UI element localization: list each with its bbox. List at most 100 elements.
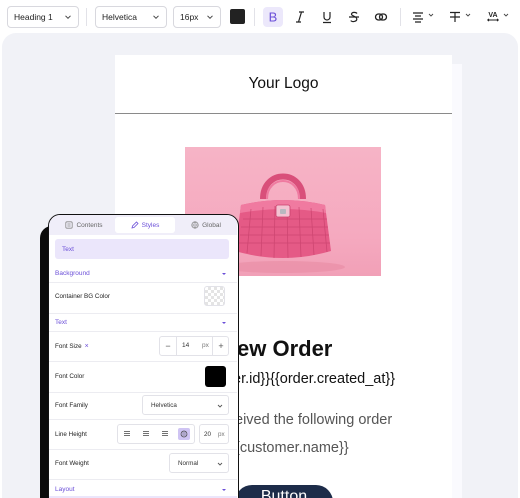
tab-contents-label: Contents: [76, 221, 103, 229]
font-size-select[interactable]: 16px: [173, 6, 221, 28]
font-size-stepper[interactable]: − 14 px +: [159, 336, 229, 356]
increment-button[interactable]: +: [212, 337, 229, 355]
align-center-button[interactable]: [140, 428, 152, 440]
font-family-dropdown[interactable]: Helvetica: [142, 395, 229, 415]
font-weight-label: Font Weight: [55, 460, 89, 467]
font-size-unit: px: [202, 342, 209, 349]
align-left-icon: [124, 431, 130, 436]
collapse-arrow-icon[interactable]: [222, 273, 226, 275]
order-ids-text[interactable]: er.id}}{{order.created_at}}: [233, 371, 395, 387]
text-section-header[interactable]: Text: [55, 319, 67, 326]
line-height-label: Line Height: [55, 431, 87, 438]
tab-contents[interactable]: Contents: [55, 217, 113, 233]
styles-icon: [131, 221, 139, 229]
tab-global[interactable]: Global: [177, 217, 235, 233]
font-size-value: 16px: [180, 12, 199, 22]
email-editor: Heading 1 Helvetica 16px B VA Your Logo …: [0, 0, 520, 498]
align-button[interactable]: [408, 7, 428, 27]
section-divider: [49, 479, 237, 480]
layout-section-header[interactable]: Layout: [55, 486, 75, 493]
italic-button[interactable]: [290, 7, 310, 27]
font-weight-value: Normal: [178, 459, 199, 467]
block-type-select[interactable]: Heading 1: [7, 6, 79, 28]
style-settings-panel: Contents Styles Global Text Background C…: [48, 214, 239, 498]
tab-styles[interactable]: Styles: [115, 217, 175, 233]
decrement-button[interactable]: −: [160, 337, 177, 355]
container-bg-label: Container BG Color: [55, 293, 110, 300]
tab-styles-label: Styles: [141, 221, 160, 229]
font-family-value: Helvetica: [102, 12, 137, 22]
line-height-input[interactable]: 20 px: [199, 424, 229, 444]
section-divider: [49, 282, 237, 283]
font-color-picker[interactable]: [205, 366, 226, 387]
chevron-down-icon: [65, 15, 71, 20]
align-center-icon: [413, 12, 423, 23]
toolbar-divider: [86, 8, 87, 26]
email-cta-button[interactable]: Button: [235, 485, 333, 498]
toolbar-divider: [400, 8, 401, 26]
toolbar-divider: [254, 8, 255, 26]
section-divider: [49, 361, 237, 362]
text-align-group: [117, 424, 195, 444]
received-text[interactable]: eived the following order: [235, 412, 392, 428]
text-style-icon: [450, 11, 460, 22]
customer-text[interactable]: {customer.name}}: [235, 440, 349, 456]
collapse-arrow-icon[interactable]: [222, 322, 226, 324]
letter-spacing-icon: VA: [487, 12, 499, 22]
align-right-button[interactable]: [159, 428, 171, 440]
panel-tabs: Contents Styles Global: [49, 215, 237, 235]
strikethrough-button[interactable]: [344, 7, 364, 27]
letter-spacing-button[interactable]: VA: [483, 7, 503, 27]
strikethrough-icon: [349, 11, 359, 23]
line-height-value[interactable]: 20: [204, 431, 211, 438]
font-family-dropdown-value: Helvetica: [151, 401, 177, 409]
justify-icon: [180, 430, 188, 438]
bold-button[interactable]: B: [263, 7, 283, 27]
svg-text:VA: VA: [488, 12, 497, 19]
selected-element-label[interactable]: Text: [55, 239, 229, 259]
underline-icon: [323, 12, 331, 24]
font-weight-dropdown[interactable]: Normal: [169, 453, 229, 473]
font-family-select[interactable]: Helvetica: [95, 6, 167, 28]
font-size-value[interactable]: 14: [182, 342, 189, 349]
font-size-label: Font Size ×: [55, 343, 89, 350]
section-divider: [49, 313, 237, 314]
align-justify-button[interactable]: [178, 428, 190, 440]
section-divider: [49, 392, 237, 393]
chevron-down-icon: [217, 462, 223, 466]
align-right-icon: [162, 431, 168, 436]
chevron-down-icon: [153, 15, 159, 20]
global-icon: [191, 221, 199, 229]
block-type-value: Heading 1: [14, 12, 53, 22]
chevron-down-icon[interactable]: [428, 12, 434, 18]
chevron-down-icon[interactable]: [503, 12, 509, 18]
font-family-label: Font Family: [55, 402, 88, 409]
text-style-button[interactable]: [445, 7, 465, 27]
font-color-label: Font Color: [55, 373, 85, 380]
link-icon: [374, 13, 388, 21]
chevron-down-icon[interactable]: [465, 12, 471, 18]
text-color-swatch[interactable]: [230, 9, 245, 24]
align-left-button[interactable]: [121, 428, 133, 440]
line-height-unit: px: [218, 431, 225, 438]
chevron-down-icon: [207, 15, 213, 20]
align-center-icon: [143, 431, 149, 436]
logo-divider: [115, 113, 452, 114]
bold-icon: B: [269, 10, 278, 24]
collapse-arrow-icon[interactable]: [222, 489, 226, 491]
section-divider: [49, 331, 237, 332]
link-button[interactable]: [371, 7, 391, 27]
tab-global-label: Global: [202, 221, 221, 229]
underline-button[interactable]: [317, 7, 337, 27]
chevron-down-icon: [217, 404, 223, 408]
formatting-toolbar: Heading 1 Helvetica 16px B VA: [0, 0, 520, 33]
section-divider: [49, 449, 237, 450]
background-section-header[interactable]: Background: [55, 270, 90, 277]
email-logo[interactable]: Your Logo: [115, 55, 452, 113]
italic-icon: [296, 11, 304, 23]
container-bg-color-picker[interactable]: [204, 286, 225, 306]
reset-icon[interactable]: ×: [85, 343, 89, 350]
svg-text:B: B: [269, 10, 278, 24]
section-divider: [49, 419, 237, 420]
order-heading[interactable]: ew Order: [237, 336, 332, 362]
